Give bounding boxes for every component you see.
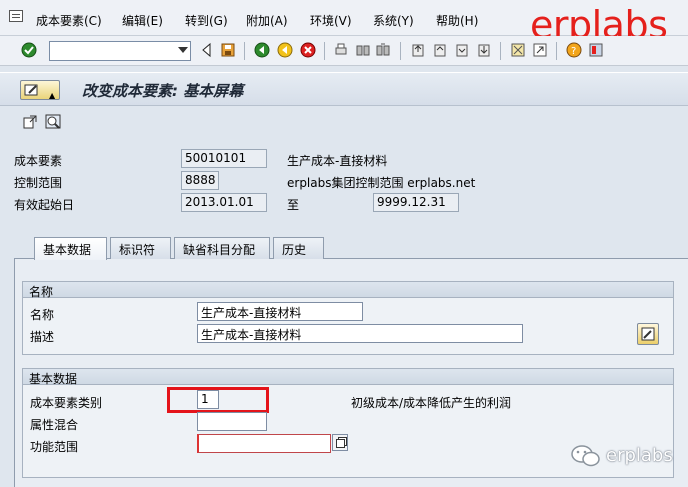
toolbar-separator (400, 42, 401, 60)
other-cost-element-icon[interactable] (22, 114, 39, 130)
menu-system[interactable]: 系统(Y) (373, 12, 414, 29)
highlight-box (167, 387, 269, 413)
triangle-down-icon: ▲ (49, 91, 56, 100)
menu-edit[interactable]: 编辑(E) (122, 12, 163, 29)
cancel-icon[interactable] (300, 42, 316, 58)
toolbar-separator (244, 42, 245, 60)
print-icon[interactable] (333, 42, 349, 58)
find-icon[interactable] (355, 42, 371, 58)
value-help-button[interactable] (332, 434, 348, 451)
name-field[interactable]: 生产成本-直接材料 (197, 302, 363, 321)
functional-area-label: 功能范围 (30, 440, 79, 454)
menu-help[interactable]: 帮助(H) (436, 12, 478, 29)
toolbar-separator (500, 42, 501, 60)
attribute-mix-label: 属性混合 (30, 418, 79, 432)
toolbar-separator (556, 42, 557, 60)
attribute-mix-field[interactable] (197, 412, 267, 431)
tab-history[interactable]: 历史 (273, 237, 324, 259)
description-field[interactable]: 生产成本-直接材料 (197, 324, 523, 343)
save-icon[interactable] (220, 42, 236, 58)
description-label: 描述 (30, 330, 55, 344)
valid-from-label: 有效起始日 (14, 198, 75, 212)
glasses-pencil-icon (24, 84, 38, 96)
display-magnifier-icon[interactable] (45, 114, 62, 130)
next-page-icon[interactable] (454, 42, 470, 58)
name-label: 名称 (30, 308, 55, 322)
controlling-area-field: 8888 (181, 171, 219, 190)
valid-to-field: 9999.12.31 (373, 193, 459, 212)
enter-icon[interactable] (21, 42, 37, 58)
find-next-icon[interactable] (375, 42, 391, 58)
tab-basic-data[interactable]: 基本数据 (34, 237, 107, 260)
edit-text-button[interactable] (637, 323, 659, 345)
svg-text:?: ? (571, 46, 576, 57)
help-icon[interactable]: ? (566, 42, 582, 58)
first-page-icon[interactable] (410, 42, 426, 58)
tab-default-account-assignment[interactable]: 缺省科目分配 (174, 237, 270, 259)
exit-icon[interactable] (277, 42, 293, 58)
system-menu-icon[interactable] (9, 10, 23, 22)
toolbar-separator (324, 42, 325, 60)
new-session-icon[interactable] (510, 42, 526, 58)
names-group-title: 名称 (23, 282, 673, 299)
menu-environment[interactable]: 环境(V) (310, 12, 352, 29)
cost-element-description: 生产成本-直接材料 (287, 154, 388, 168)
controlling-area-label: 控制范围 (14, 176, 63, 190)
controlling-area-description: erplabs集团控制范围 erplabs.net (287, 176, 476, 190)
cost-element-label: 成本要素 (14, 154, 63, 168)
cost-element-field: 50010101 (181, 149, 267, 168)
shortcut-icon[interactable] (532, 42, 548, 58)
back-arrow-icon[interactable] (199, 42, 215, 58)
pencil-icon (641, 327, 655, 341)
page-title: 改变成本要素: 基本屏幕 (82, 82, 244, 100)
wechat-icon (571, 445, 600, 467)
cost-element-category-label: 成本要素类别 (30, 396, 103, 410)
basic-data-group-title: 基本数据 (23, 369, 673, 386)
prev-page-icon[interactable] (432, 42, 448, 58)
last-page-icon[interactable] (476, 42, 492, 58)
valid-to-label: 至 (287, 198, 300, 212)
tab-identifier[interactable]: 标识符 (110, 237, 171, 259)
menu-goto[interactable]: 转到(G) (185, 12, 228, 29)
functional-area-field[interactable] (197, 434, 331, 453)
cost-element-category-description: 初级成本/成本降低产生的利润 (351, 396, 512, 410)
back-green-icon[interactable] (254, 42, 270, 58)
command-field[interactable] (49, 41, 191, 61)
layout-icon[interactable] (588, 42, 604, 58)
valid-from-field: 2013.01.01 (181, 193, 267, 212)
wechat-brand-text: erplabs (606, 445, 673, 466)
menu-extras[interactable]: 附加(A) (246, 12, 288, 29)
chevron-down-icon[interactable] (178, 47, 188, 53)
menu-cost-element[interactable]: 成本要素(C) (36, 12, 102, 29)
